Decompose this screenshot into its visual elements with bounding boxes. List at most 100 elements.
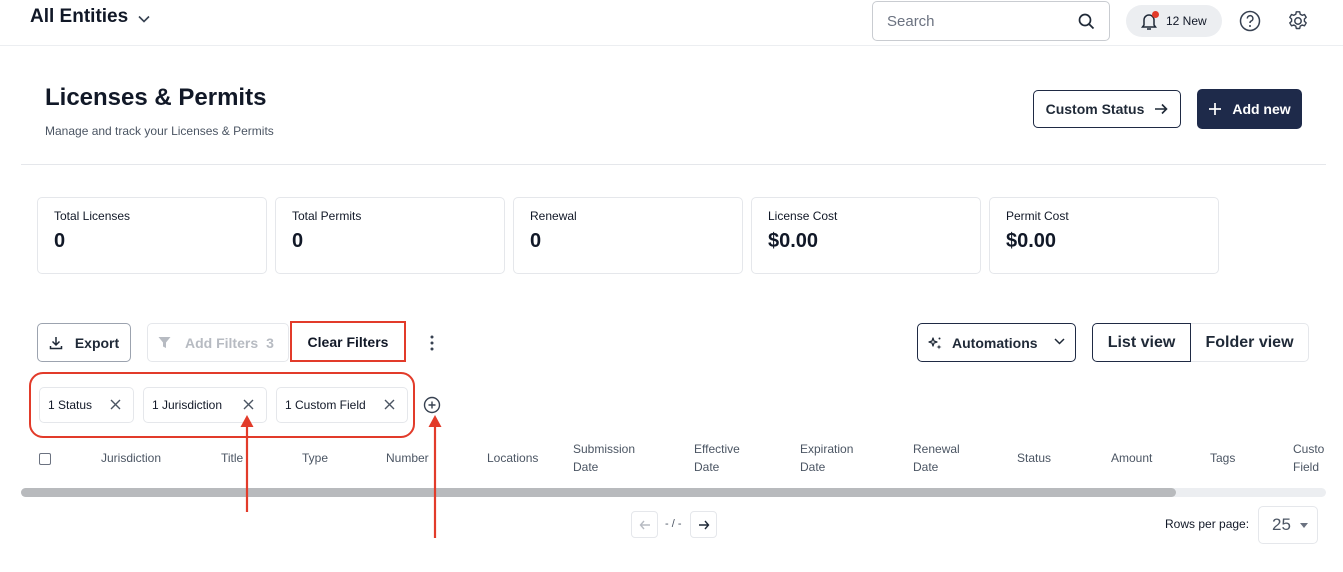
page-indicator: - / - xyxy=(665,518,682,530)
annotation-arrow-up-icon xyxy=(240,415,254,512)
export-label: Export xyxy=(74,334,120,351)
column-header-line: Renewal xyxy=(913,442,960,456)
top-bar: All Entities 12 New xyxy=(0,0,1343,46)
chip-label: 1 Status xyxy=(48,398,93,412)
arrow-right-icon xyxy=(698,520,709,529)
list-view-label: List view xyxy=(1107,333,1176,351)
stat-label: Total Licenses xyxy=(54,209,131,223)
clear-filters-button[interactable]: Clear Filters xyxy=(290,321,406,362)
column-header-expiration-date[interactable]: Expiration Date xyxy=(800,440,853,476)
filter-chip-status[interactable]: 1 Status xyxy=(39,387,134,423)
search-icon[interactable] xyxy=(1078,13,1095,30)
column-header-custom-field[interactable]: Custo Field xyxy=(1293,440,1333,476)
view-toggle: List view Folder view xyxy=(1092,323,1309,362)
horizontal-scrollbar-thumb[interactable] xyxy=(21,488,1176,497)
search-box[interactable] xyxy=(872,1,1110,41)
stat-value: 0 xyxy=(54,230,66,252)
column-header-line: Tags xyxy=(1210,451,1236,465)
stat-card-license-cost: License Cost $0.00 xyxy=(751,197,981,274)
caret-down-icon xyxy=(1300,523,1308,528)
gear-icon[interactable] xyxy=(1287,10,1309,32)
column-header-line: Date xyxy=(573,460,599,474)
rows-per-page-label: Rows per page: xyxy=(1165,517,1250,531)
notifications-button[interactable]: 12 New xyxy=(1126,5,1222,37)
more-options-icon[interactable] xyxy=(425,334,439,352)
stat-label: Permit Cost xyxy=(1006,209,1069,223)
automations-dropdown[interactable]: Automations xyxy=(917,323,1076,362)
notifications-count: 12 New xyxy=(1166,14,1207,28)
filter-chip-custom-field[interactable]: 1 Custom Field xyxy=(276,387,408,423)
sparkle-icon xyxy=(928,336,942,349)
column-header-line: Field xyxy=(1293,460,1320,474)
entity-label: All Entities xyxy=(30,6,129,27)
column-header-locations[interactable]: Locations xyxy=(487,449,538,467)
annotation-arrow-up-icon xyxy=(428,415,442,538)
column-header-type[interactable]: Type xyxy=(302,449,328,467)
stat-value: 0 xyxy=(292,230,304,252)
folder-view-label: Folder view xyxy=(1205,333,1294,351)
stat-card-total-licenses: Total Licenses 0 xyxy=(37,197,267,274)
column-header-line: Expiration xyxy=(800,442,854,456)
clear-filters-label: Clear Filters xyxy=(307,333,389,350)
page-subtitle: Manage and track your Licenses & Permits xyxy=(45,124,274,138)
add-new-label: Add new xyxy=(1232,101,1291,117)
add-new-button[interactable]: Add new xyxy=(1197,89,1302,129)
column-header-line: Date xyxy=(913,460,939,474)
column-header-line: Date xyxy=(800,460,826,474)
list-view-button[interactable]: List view xyxy=(1092,323,1191,362)
chip-label: 1 Custom Field xyxy=(285,398,366,412)
stat-card-renewal: Renewal 0 xyxy=(513,197,743,274)
column-header-line: Number xyxy=(386,451,429,465)
chip-label: 1 Jurisdiction xyxy=(152,398,223,412)
arrow-left-icon xyxy=(639,520,650,529)
column-header-submission-date[interactable]: Submission Date xyxy=(573,440,635,476)
column-header-number[interactable]: Number xyxy=(386,449,429,467)
column-header-jurisdiction[interactable]: Jurisdiction xyxy=(101,449,161,467)
rows-per-page-select[interactable]: 25 xyxy=(1258,506,1318,544)
page-title: Licenses & Permits xyxy=(45,84,267,111)
column-header-amount[interactable]: Amount xyxy=(1111,449,1152,467)
select-all-checkbox[interactable] xyxy=(39,453,51,465)
close-icon[interactable] xyxy=(243,399,254,410)
stat-value: $0.00 xyxy=(1006,230,1057,252)
column-header-line: Submission xyxy=(573,442,636,456)
column-header-line: Amount xyxy=(1111,451,1153,465)
add-filters-label: Add Filters xyxy=(185,334,259,351)
arrow-right-icon xyxy=(1155,103,1169,115)
stat-label: Renewal xyxy=(530,209,577,223)
stat-label: Total Permits xyxy=(292,209,362,223)
export-button[interactable]: Export xyxy=(37,323,131,362)
folder-view-button[interactable]: Folder view xyxy=(1191,323,1309,362)
stat-card-permit-cost: Permit Cost $0.00 xyxy=(989,197,1219,274)
add-filters-count: 3 xyxy=(266,334,274,351)
previous-page-button[interactable] xyxy=(631,511,658,538)
column-header-line: Custo xyxy=(1293,442,1325,456)
next-page-button[interactable] xyxy=(690,511,717,538)
stat-card-total-permits: Total Permits 0 xyxy=(275,197,505,274)
column-header-renewal-date[interactable]: Renewal Date xyxy=(913,440,960,476)
chevron-down-icon xyxy=(138,15,150,23)
custom-status-label: Custom Status xyxy=(1045,101,1145,117)
search-input[interactable] xyxy=(887,12,1067,30)
column-header-status[interactable]: Status xyxy=(1017,449,1051,467)
plus-icon xyxy=(1209,103,1222,115)
close-icon[interactable] xyxy=(110,399,121,410)
column-header-line: Effective xyxy=(694,442,740,456)
custom-status-button[interactable]: Custom Status xyxy=(1033,90,1181,128)
column-header-effective-date[interactable]: Effective Date xyxy=(694,440,740,476)
help-icon[interactable] xyxy=(1239,10,1261,32)
add-filter-icon[interactable] xyxy=(423,396,441,414)
download-icon xyxy=(49,336,63,349)
rows-per-page-value: 25 xyxy=(1272,515,1291,534)
filter-icon xyxy=(158,337,171,348)
column-header-line: Type xyxy=(302,451,329,465)
add-filters-button[interactable]: Add Filters 3 xyxy=(147,323,289,362)
notification-dot xyxy=(1152,11,1159,18)
stat-label: License Cost xyxy=(768,209,838,223)
entity-selector[interactable]: All Entities xyxy=(30,6,150,28)
column-header-line: Status xyxy=(1017,451,1052,465)
column-header-tags[interactable]: Tags xyxy=(1210,449,1235,467)
close-icon[interactable] xyxy=(384,399,395,410)
stat-value: 0 xyxy=(530,230,542,252)
column-header-line: Locations xyxy=(487,451,539,465)
